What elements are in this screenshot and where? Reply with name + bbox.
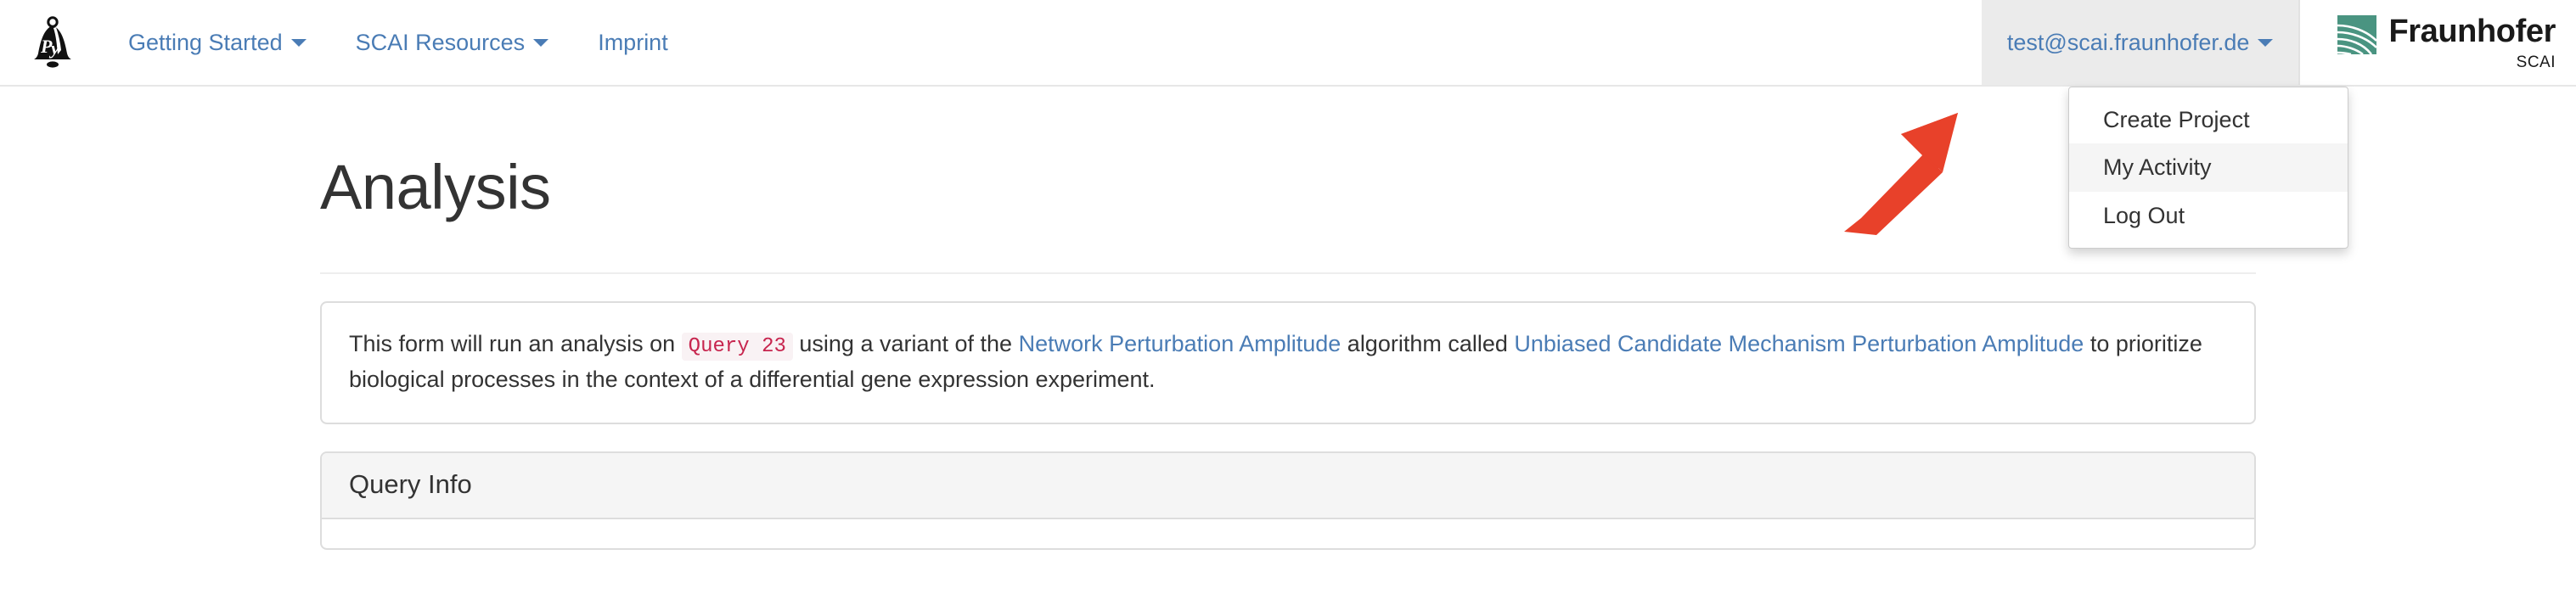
nav-item-imprint-label: Imprint bbox=[598, 29, 668, 55]
page-title: Analysis bbox=[320, 152, 551, 222]
fraunhofer-name: Fraunhofer bbox=[2388, 14, 2556, 49]
description-panel: This form will run an analysis on Query … bbox=[320, 301, 2256, 424]
menu-item-log-out[interactable]: Log Out bbox=[2069, 192, 2348, 239]
query-code-chip: Query 23 bbox=[681, 333, 793, 361]
description-part-1: This form will run an analysis on bbox=[349, 331, 676, 357]
user-menu-toggle[interactable]: test@scai.fraunhofer.de bbox=[1981, 0, 2301, 85]
description-part-2: using a variant of the bbox=[799, 331, 1013, 357]
nav-item-scai-resources[interactable]: SCAI Resources bbox=[331, 0, 574, 85]
fraunhofer-institute: SCAI bbox=[2516, 53, 2556, 71]
link-network-perturbation-amplitude[interactable]: Network Perturbation Amplitude bbox=[1019, 331, 1341, 356]
main-container: Analysis This form will run an analysis … bbox=[320, 153, 2256, 550]
menu-item-create-project[interactable]: Create Project bbox=[2069, 96, 2348, 143]
chevron-down-icon bbox=[290, 38, 307, 47]
description-text: This form will run an analysis on Query … bbox=[322, 303, 2254, 423]
nav-item-getting-started-label: Getting Started bbox=[128, 29, 283, 55]
user-email-label: test@scai.fraunhofer.de bbox=[2006, 29, 2250, 55]
query-info-panel-body bbox=[322, 519, 2254, 548]
menu-item-my-activity[interactable]: My Activity bbox=[2069, 143, 2348, 192]
fraunhofer-logo-mark-icon bbox=[2337, 15, 2377, 54]
query-info-panel-heading: Query Info bbox=[322, 452, 2254, 519]
top-navbar: P y Getting Started SCAI Resources Impri… bbox=[0, 0, 2576, 87]
chevron-down-icon bbox=[533, 38, 549, 47]
link-unbiased-candidate-mechanism-perturbation-amplitude[interactable]: Unbiased Candidate Mechanism Perturbatio… bbox=[1514, 331, 2084, 356]
fraunhofer-logo: Fraunhofer SCAI bbox=[2300, 0, 2576, 85]
fraunhofer-wordmark: Fraunhofer SCAI bbox=[2388, 15, 2556, 70]
query-info-panel: Query Info bbox=[320, 451, 2256, 550]
query-info-title: Query Info bbox=[349, 468, 472, 499]
nav-item-scai-resources-label: SCAI Resources bbox=[355, 29, 526, 55]
user-dropdown-menu: Create Project My Activity Log Out bbox=[2068, 87, 2348, 249]
nav-item-imprint[interactable]: Imprint bbox=[573, 0, 693, 85]
navbar-menu: Getting Started SCAI Resources Imprint bbox=[104, 0, 693, 85]
title-divider bbox=[320, 272, 2256, 275]
pybel-bell-logo-icon[interactable]: P y bbox=[31, 16, 75, 69]
navbar-right-group: test@scai.fraunhofer.de Fraunhofer SCAI bbox=[1981, 0, 2576, 85]
description-part-3: algorithm called bbox=[1347, 331, 1508, 357]
nav-item-getting-started[interactable]: Getting Started bbox=[104, 0, 331, 85]
chevron-down-icon bbox=[2258, 38, 2274, 47]
navbar-left-group: P y Getting Started SCAI Resources Impri… bbox=[0, 0, 693, 85]
